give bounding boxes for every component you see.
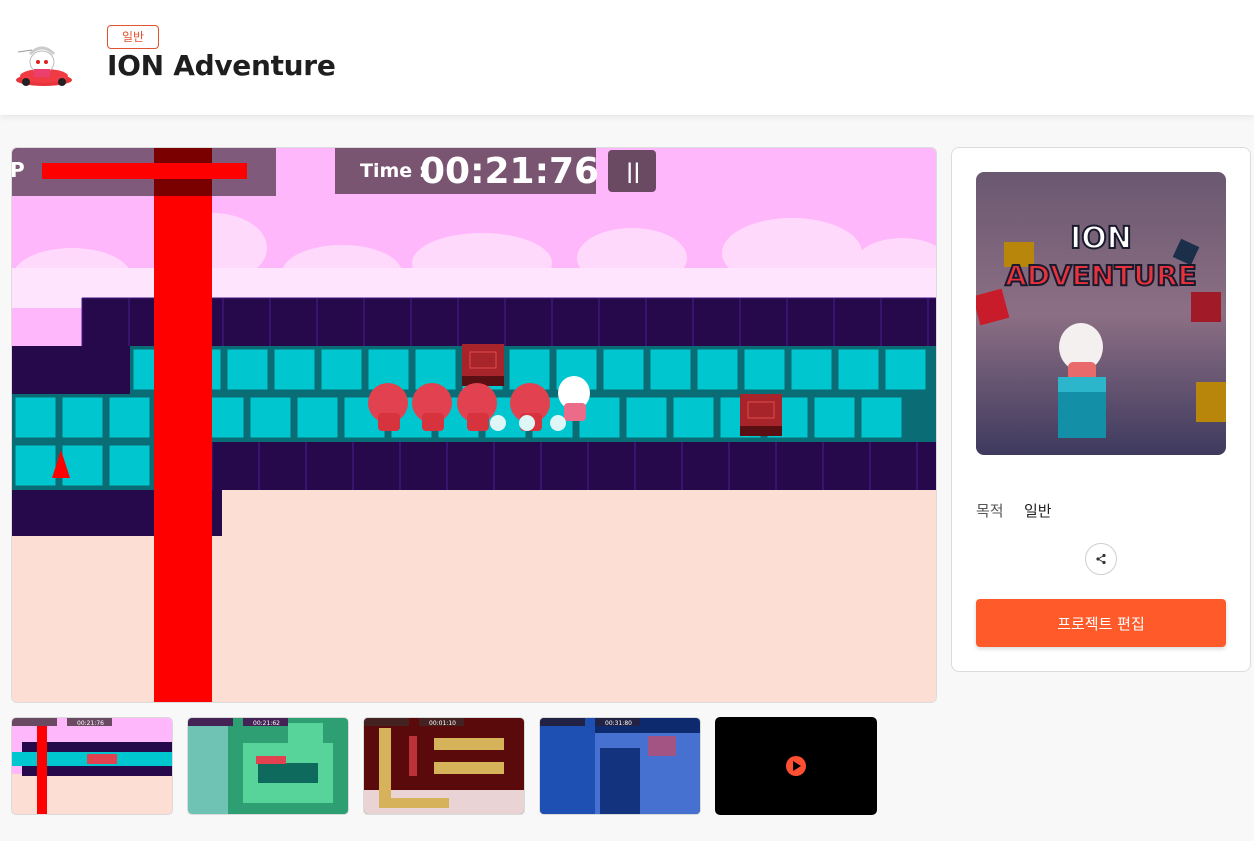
pause-icon: || xyxy=(626,159,641,183)
thumbnail-timer: 00:21:62 xyxy=(253,720,280,727)
project-info-panel: ION ADVENTURE 목적 일반 프로젝트 편집 xyxy=(951,147,1251,672)
floor-tile xyxy=(670,394,717,441)
floor-tile xyxy=(318,346,365,393)
page-header: 일반 ION Adventure xyxy=(0,0,1254,115)
floor-tile xyxy=(835,346,882,393)
page-title: ION Adventure xyxy=(107,49,336,82)
screenshot-thumbnail-4[interactable]: 00:31:80 xyxy=(539,717,701,815)
floor-tile xyxy=(858,394,905,441)
thumbnail-timer: 00:31:80 xyxy=(605,720,632,727)
project-cover-image: ION ADVENTURE xyxy=(976,172,1226,455)
cover-title-line2: ADVENTURE xyxy=(1005,259,1197,292)
floor-tile xyxy=(59,394,106,441)
floor-tile xyxy=(788,346,835,393)
floor-tile xyxy=(247,394,294,441)
floor-tile xyxy=(106,442,153,489)
screenshot-thumbnail-3[interactable]: 00:01:10 xyxy=(363,717,525,815)
thumbnail-timer: 00:21:76 xyxy=(77,720,104,727)
video-thumbnail[interactable] xyxy=(715,717,877,815)
floor-tile xyxy=(811,394,858,441)
share-button[interactable] xyxy=(1085,543,1117,575)
floor-tile xyxy=(694,346,741,393)
timer-label: Time : xyxy=(360,160,426,182)
hud-hp-label: P xyxy=(12,158,25,182)
game-viewport[interactable]: P Time : 00:21:76 || xyxy=(11,147,937,703)
screenshot-thumbnail-2[interactable]: 00:21:62 xyxy=(187,717,349,815)
edit-project-button[interactable]: 프로젝트 편집 xyxy=(976,599,1226,647)
floor-tile xyxy=(623,394,670,441)
timer-value: 00:21:76 xyxy=(420,151,599,192)
floor-tile xyxy=(600,346,647,393)
thumbnail-timer: 00:01:10 xyxy=(429,720,456,727)
floor-tile xyxy=(647,346,694,393)
cover-title-line1: ION xyxy=(1070,221,1132,256)
character-avatar-icon xyxy=(12,36,76,90)
floor-tile xyxy=(12,442,59,489)
share-icon xyxy=(1096,553,1106,565)
floor-tile xyxy=(106,394,153,441)
floor-tile xyxy=(882,346,929,393)
purpose-value: 일반 xyxy=(1024,502,1052,520)
floor-tile xyxy=(271,346,318,393)
floor-tile xyxy=(224,346,271,393)
pause-button[interactable]: || xyxy=(608,150,656,192)
play-icon[interactable] xyxy=(786,756,806,776)
screenshot-thumbnail-1[interactable]: 00:21:76 xyxy=(11,717,173,815)
floor-tile xyxy=(12,394,59,441)
category-badge: 일반 xyxy=(107,25,160,49)
floor-tile xyxy=(741,346,788,393)
floor-tile xyxy=(294,394,341,441)
floor-tile xyxy=(59,442,106,489)
purpose-label: 목적 xyxy=(976,502,1004,520)
